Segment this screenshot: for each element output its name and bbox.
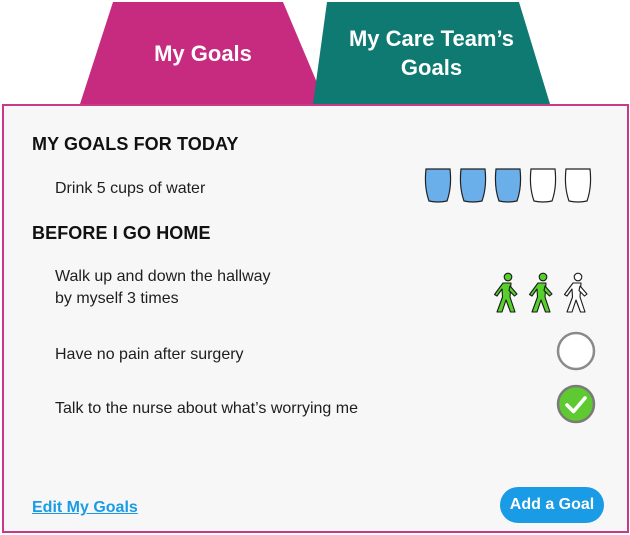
cup-icon[interactable] [459, 168, 487, 203]
tab-my-goals-label: My Goals [154, 40, 252, 66]
tab-care-team-goals-label: My Care Team’s Goals [348, 26, 515, 80]
goals-panel: MY GOALS FOR TODAY Drink 5 cups of water… [2, 104, 629, 533]
goal-walk-text: Walk up and down the hallway by myself 3… [55, 268, 271, 307]
walking-person-icon[interactable] [528, 272, 553, 313]
edit-my-goals-link[interactable]: Edit My Goals [32, 499, 138, 517]
section-heading-home: BEFORE I GO HOME [32, 223, 211, 243]
tab-care-team-goals[interactable]: My Care Team’s Goals [313, 2, 550, 104]
cup-icon[interactable] [424, 168, 452, 203]
walk-progress [493, 272, 588, 313]
cup-icon[interactable] [564, 168, 592, 203]
water-cups-progress [424, 168, 592, 203]
empty-circle-icon[interactable] [556, 331, 596, 371]
goal-water-text: Drink 5 cups of water [55, 180, 206, 197]
checkmark-circle-icon[interactable] [556, 384, 596, 424]
goal-pain-text: Have no pain after surgery [55, 346, 244, 363]
tab-my-goals[interactable]: My Goals [80, 2, 326, 104]
cup-icon[interactable] [494, 168, 522, 203]
goal-nurse-text: Talk to the nurse about what’s worrying … [55, 400, 358, 417]
cup-icon[interactable] [529, 168, 557, 203]
add-goal-button[interactable]: Add a Goal [500, 487, 604, 523]
section-heading-today: MY GOALS FOR TODAY [32, 134, 239, 154]
walking-person-icon[interactable] [493, 272, 518, 313]
walking-person-icon[interactable] [563, 272, 588, 313]
